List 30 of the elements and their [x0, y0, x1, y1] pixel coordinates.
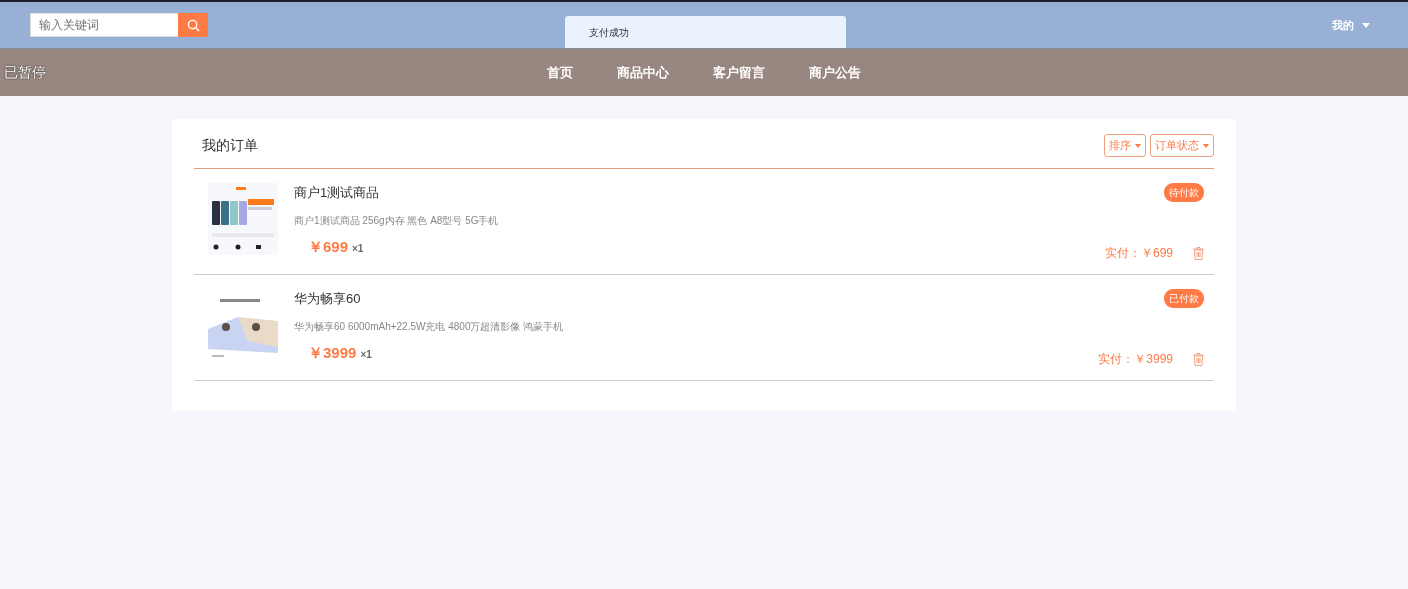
paused-label: 已暂停	[4, 63, 46, 82]
filter-dropdown[interactable]: 排序	[1104, 134, 1146, 157]
paid-amount: 实付：￥3999	[1098, 351, 1173, 368]
nav-link[interactable]: 商户公告	[809, 62, 861, 83]
search-field[interactable]: 输入关键词	[30, 13, 178, 37]
trash-icon[interactable]	[1193, 246, 1204, 260]
status-badge: 待付款	[1164, 183, 1204, 202]
price: ￥3999	[308, 342, 357, 363]
status-badge: 已付款	[1164, 289, 1204, 308]
filter-dropdown[interactable]: 订单状态	[1150, 134, 1214, 157]
nav-link[interactable]: 客户留言	[713, 62, 765, 83]
search-icon	[186, 18, 200, 32]
product-description: 商户1测试商品 256g内存 黑色 A8型号 5G手机	[294, 213, 500, 228]
user-menu[interactable]: 我的	[1332, 16, 1354, 34]
toast-message: 支付成功	[565, 16, 846, 50]
nav-link[interactable]: 商品中心	[617, 62, 669, 83]
product-name[interactable]: 华为畅享60	[294, 289, 1083, 309]
quantity: ×1	[360, 347, 372, 362]
caret-icon	[1135, 143, 1141, 148]
trash-icon[interactable]	[1193, 352, 1204, 366]
product-name[interactable]: 商户1测试商品	[294, 183, 1089, 203]
paid-amount: 实付：￥699	[1104, 245, 1173, 262]
caret-icon[interactable]	[1362, 22, 1370, 28]
page-title: 我的订单	[202, 136, 258, 155]
caret-icon	[1203, 143, 1209, 148]
search-button[interactable]	[178, 13, 208, 37]
quantity: ×1	[352, 241, 364, 256]
product-description: 华为畅享60 6000mAh+22.5W充电 4800万超清影像 鸿蒙手机	[294, 319, 565, 334]
nav-link[interactable]: 首页	[547, 62, 573, 83]
price: ￥699	[308, 236, 349, 257]
